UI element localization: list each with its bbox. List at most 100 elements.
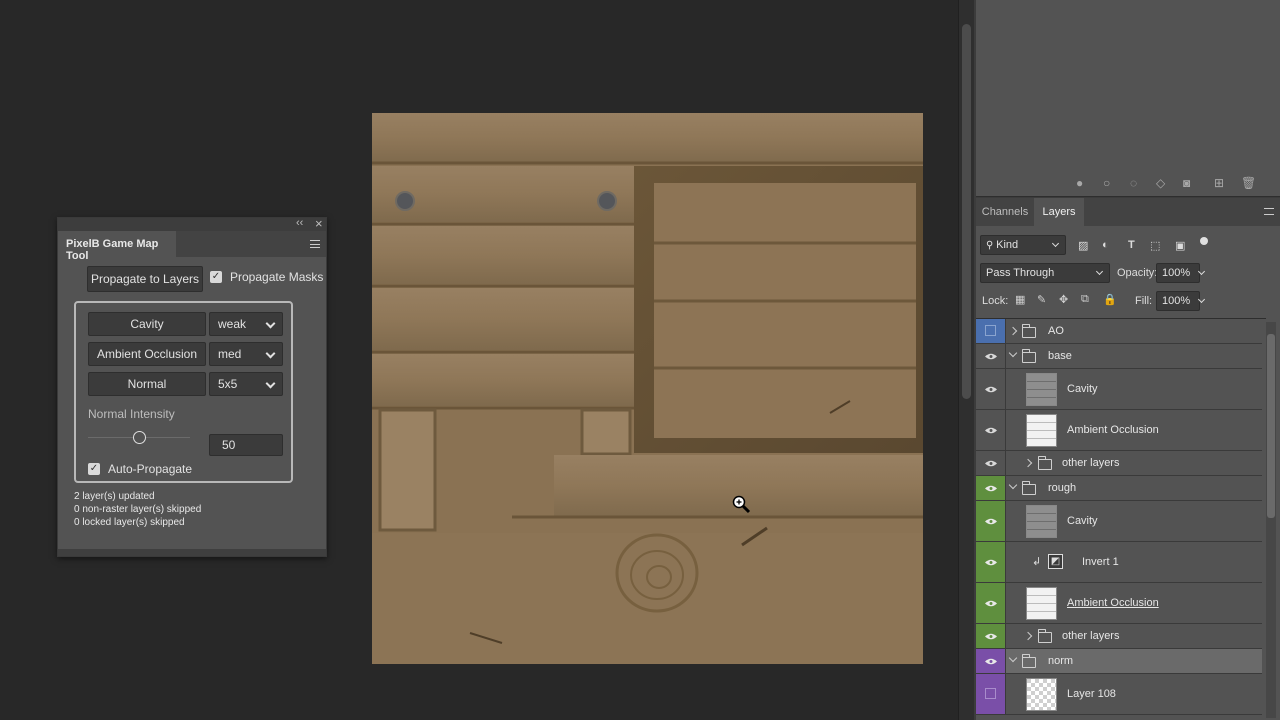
visibility-toggle-off[interactable] [976, 674, 1006, 714]
layer-108[interactable]: Layer 108 [976, 674, 1262, 715]
options-group: Cavity weak Ambient Occlusion med Normal… [74, 301, 293, 483]
tab-pixelb-game-map-tool[interactable]: PixelB Game Map Tool [58, 231, 176, 262]
lock-transparency-icon[interactable]: ▦ [1015, 293, 1025, 306]
chevron-right-icon[interactable] [1008, 326, 1018, 336]
filled-circle-icon[interactable]: ● [1076, 176, 1083, 190]
layer-group-other-layers[interactable]: other layers [976, 624, 1262, 649]
filter-kind-select[interactable]: ⚲ Kind [980, 235, 1066, 255]
propagate-to-layers-button[interactable]: Propagate to Layers [87, 266, 203, 292]
layer-name: base [1048, 350, 1072, 362]
close-icon[interactable]: × [315, 217, 323, 230]
new-item-icon[interactable]: ⊞ [1214, 176, 1224, 190]
visibility-toggle[interactable] [976, 501, 1006, 541]
visibility-toggle[interactable] [976, 583, 1006, 623]
intensity-slider-thumb[interactable] [133, 431, 146, 444]
chevron-right-icon[interactable] [1023, 631, 1033, 641]
smart-object-filter-icon[interactable]: ▣ [1175, 239, 1185, 252]
lock-all-icon[interactable]: 🔒 [1103, 293, 1117, 306]
layer-name: Cavity [1067, 383, 1098, 395]
visibility-toggle[interactable] [976, 476, 1006, 500]
chevron-down-icon[interactable] [1008, 653, 1018, 663]
visibility-toggle[interactable] [976, 344, 1006, 368]
visibility-toggle[interactable] [976, 369, 1006, 409]
visibility-toggle[interactable] [976, 649, 1006, 673]
lock-label: Lock: [982, 295, 1009, 307]
layer-thumbnail [1026, 505, 1057, 538]
eye-icon [985, 460, 997, 467]
cavity-option-label: Cavity [88, 312, 206, 336]
intensity-input[interactable]: 50 [209, 434, 283, 456]
shape-filter-icon[interactable]: ⬚ [1150, 239, 1160, 252]
adjustment-filter-icon[interactable]: ◐ [1102, 239, 1109, 251]
visibility-toggle[interactable] [976, 624, 1006, 648]
layer-group-base[interactable]: base [976, 344, 1262, 369]
layer-thumbnail [1026, 373, 1057, 406]
ao-strength-select[interactable]: med [209, 342, 283, 366]
lock-pixels-icon[interactable]: ✎ [1037, 293, 1046, 306]
folder-open-icon [1022, 654, 1036, 668]
tab-layers[interactable]: Layers [1034, 198, 1084, 226]
cavity-strength-value: weak [218, 317, 247, 331]
chevron-right-icon[interactable] [1023, 458, 1033, 468]
visibility-toggle[interactable] [976, 410, 1006, 450]
folder-open-icon [1022, 349, 1036, 363]
normal-kernel-select[interactable]: 5x5 [209, 372, 283, 396]
opacity-input[interactable]: 100% [1156, 263, 1200, 283]
layer-group-other-layers[interactable]: other layers [976, 451, 1262, 476]
circle-icon[interactable]: ○ [1103, 176, 1110, 190]
lock-artboard-icon[interactable]: ⧉ [1081, 293, 1089, 306]
status-non-raster: 0 non-raster layer(s) skipped [74, 504, 202, 515]
normal-intensity-label: Normal Intensity [88, 407, 175, 421]
ao-strength-value: med [218, 347, 242, 361]
layer-name: AO [1048, 325, 1064, 337]
pixel-filter-icon[interactable]: ▨ [1078, 239, 1088, 252]
layer-ambient-occlusion[interactable]: Ambient Occlusion [976, 583, 1262, 624]
dotted-circle-icon[interactable]: ◌ [1130, 176, 1137, 190]
eye-icon [985, 600, 997, 607]
visibility-toggle-off[interactable] [976, 319, 1006, 343]
blend-mode-select[interactable]: Pass Through [980, 263, 1110, 283]
visibility-toggle[interactable] [976, 542, 1006, 582]
eye-icon [985, 485, 997, 492]
filter-toggle-icon[interactable] [1200, 237, 1208, 245]
panel-menu-icon[interactable] [310, 240, 320, 248]
chevron-down-icon[interactable] [1008, 480, 1018, 490]
visibility-toggle[interactable] [976, 451, 1006, 475]
layer-name: Invert 1 [1082, 556, 1119, 568]
layer-cavity[interactable]: Cavity [976, 369, 1262, 410]
fill-input[interactable]: 100% [1156, 291, 1200, 311]
chevron-down-icon[interactable] [1008, 348, 1018, 358]
path-anchor-icon[interactable]: ◇ [1156, 176, 1165, 190]
trash-icon[interactable]: 🗑 [1241, 176, 1256, 190]
propagate-masks-checkbox[interactable]: ✓ [210, 271, 222, 283]
layer-group-norm[interactable]: norm [976, 649, 1262, 674]
lock-position-icon[interactable]: ✥ [1059, 293, 1068, 306]
right-dock: ● ○ ◌ ◇ ◙ ⊞ 🗑 Channels Layers ⚲ Kind ▨ ◐… [974, 0, 1280, 720]
eye-icon [985, 353, 997, 360]
panel-titlebar[interactable]: ‹‹ × [58, 217, 326, 231]
folder-icon [1038, 629, 1052, 643]
layer-name: other layers [1062, 457, 1120, 469]
panel-resize-grip[interactable] [58, 549, 326, 556]
status-updated: 2 layer(s) updated [74, 491, 155, 502]
eye-icon [985, 427, 997, 434]
type-filter-icon[interactable]: T [1128, 239, 1135, 251]
collapse-icon[interactable]: ‹‹ [296, 217, 303, 230]
layers-panel-menu-icon[interactable] [1264, 208, 1274, 215]
layer-cavity[interactable]: Cavity [976, 501, 1262, 542]
tab-channels[interactable]: Channels [976, 198, 1034, 226]
layer-name: norm [1048, 655, 1074, 667]
layer-group-rough[interactable]: rough [976, 476, 1262, 501]
mask-icon[interactable]: ◙ [1183, 176, 1190, 190]
chevron-down-icon [265, 348, 276, 359]
layer-invert-adjustment[interactable]: ↲ ◩ Invert 1 [976, 542, 1262, 583]
layer-ambient-occlusion[interactable]: Ambient Occlusion [976, 410, 1262, 451]
upper-panel: ● ○ ◌ ◇ ◙ ⊞ 🗑 [976, 0, 1280, 197]
layers-panel: Channels Layers ⚲ Kind ▨ ◐ T ⬚ ▣ Pass Th… [976, 198, 1280, 720]
canvas-scrollbar[interactable] [958, 0, 974, 720]
cavity-strength-select[interactable]: weak [209, 312, 283, 336]
layer-group-ao[interactable]: AO [976, 319, 1262, 344]
layers-scrollbar[interactable] [1266, 322, 1276, 718]
auto-propagate-checkbox[interactable]: ✓ [88, 463, 100, 475]
chevron-down-icon [265, 318, 276, 329]
